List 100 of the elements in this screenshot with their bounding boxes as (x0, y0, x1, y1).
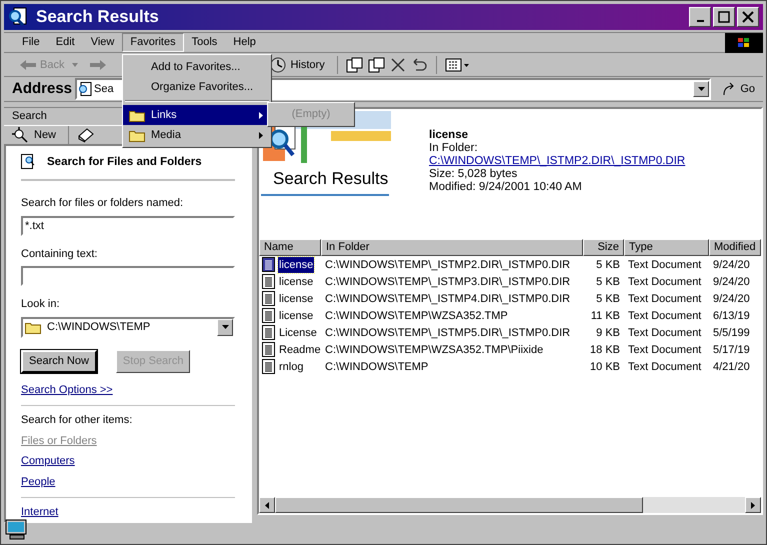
copy-to-icon[interactable] (368, 57, 386, 74)
column-header[interactable]: Type (624, 239, 709, 256)
column-header[interactable]: Size (583, 239, 624, 256)
address-label: Address (12, 79, 72, 100)
views-icon[interactable] (444, 58, 469, 72)
internet-link[interactable]: Internet (21, 504, 58, 521)
table-cell: C:\WINDOWS\TEMP\WZSA352.TMP (325, 310, 508, 322)
table-cell: C:\WINDOWS\TEMP\_ISTMP3.DIR\_ISTMP0.DIR (325, 276, 570, 288)
dropdown-button[interactable] (217, 318, 233, 336)
move-to-icon[interactable] (346, 57, 364, 74)
pane-title: Search (12, 109, 47, 124)
close-button[interactable] (737, 7, 759, 28)
folder-icon (129, 108, 145, 122)
search-type-link[interactable]: Computers (21, 453, 75, 470)
minimize-icon (696, 20, 704, 22)
column-header[interactable]: Modified (709, 239, 761, 256)
document-icon (262, 257, 275, 272)
menu-item[interactable]: Organize Favorites... (123, 77, 271, 97)
menu-item[interactable]: Tools (184, 33, 226, 52)
file-name-cell[interactable]: Readme (278, 342, 322, 358)
table-cell: Text Document (628, 344, 702, 356)
scroll-right-button[interactable] (745, 497, 761, 514)
table-cell: Text Document (628, 292, 702, 305)
submenu-arrow-icon (259, 112, 263, 118)
document-icon (262, 325, 275, 340)
menu-item[interactable]: Add to Favorites... (123, 57, 271, 77)
caret-icon (698, 87, 705, 92)
close-icon (742, 11, 754, 24)
table-cell: 5/5/199 (713, 326, 750, 339)
file-name: license (429, 129, 469, 142)
go-button[interactable]: Go (714, 81, 763, 98)
back-arrow-icon (20, 60, 36, 70)
field-label: Search for files or folders named: (21, 196, 184, 212)
table-cell: 4/21/20 (713, 360, 750, 373)
table-cell: C:\WINDOWS\TEMP\_ISTMP5.DIR\_ISTMP0.DIR (325, 326, 570, 339)
dropdown-arrow-icon (72, 63, 78, 68)
file-name-cell[interactable]: License (278, 324, 318, 342)
containing-text-field[interactable] (21, 266, 235, 286)
menu-item[interactable]: File (14, 33, 48, 52)
dropdown-button[interactable] (693, 81, 710, 98)
table-cell: 6/13/19 (713, 310, 750, 322)
panel-heading: Search for Files and Folders (47, 154, 202, 170)
search-document-icon (21, 154, 35, 170)
file-name-cell[interactable]: license (278, 290, 314, 308)
table-cell: C:\WINDOWS\TEMP\WZSA352.TMP\Piixide (325, 344, 544, 356)
search-type-link[interactable]: People (21, 474, 56, 490)
minimize-button[interactable] (689, 7, 711, 28)
folder-path-link[interactable]: C:\WINDOWS\TEMP\_ISTMP2.DIR\_ISTMP0.DIR (429, 155, 686, 168)
look-in-dropdown[interactable]: C:\WINDOWS\TEMP (21, 316, 235, 338)
menu-item[interactable]: Media (123, 125, 271, 145)
table-cell: C:\WINDOWS\TEMP\_ISTMP4.DIR\_ISTMP0.DIR (325, 292, 570, 305)
table-cell: Text Document (628, 258, 702, 271)
menu-item[interactable]: View (82, 33, 122, 52)
table-cell: 5 KB (596, 258, 620, 271)
document-icon (262, 291, 275, 306)
menu-item[interactable]: Favorites (122, 33, 184, 52)
scroll-left-button[interactable] (259, 497, 275, 514)
table-cell: Text Document (628, 276, 702, 288)
table-cell: Text Document (628, 310, 702, 322)
table-cell: 10 KB (590, 360, 620, 373)
left-arrow-icon (265, 502, 269, 509)
in-folder-label: In Folder: (429, 142, 479, 156)
file-name-cell[interactable]: license (278, 274, 314, 290)
delete-icon[interactable] (390, 57, 406, 74)
column-header[interactable]: Name (259, 239, 321, 256)
document-icon (262, 342, 275, 358)
search-now-button[interactable]: Search Now (21, 350, 97, 373)
submenu-arrow-icon (259, 132, 263, 138)
table-cell: C:\WINDOWS\TEMP (325, 360, 428, 373)
windows-logo-icon (725, 32, 763, 53)
file-name-cell[interactable]: license (278, 308, 314, 324)
search-options-link[interactable]: Search Options >> (21, 382, 113, 398)
maximize-button[interactable] (713, 7, 735, 28)
table-cell: 9/24/20 (713, 276, 750, 288)
curved-arrow-icon (722, 82, 736, 96)
window-title: Search Results (36, 6, 160, 28)
maximize-icon (718, 11, 730, 24)
folder-icon (25, 320, 41, 334)
file-name-cell[interactable]: rnlog (278, 358, 304, 376)
menu-item[interactable]: Help (225, 33, 264, 52)
new-search-button[interactable]: New (8, 126, 60, 144)
table-cell: C:\WINDOWS\TEMP\_ISTMP2.DIR\_ISTMP0.DIR (325, 258, 570, 271)
document-icon (262, 308, 275, 324)
file-name-cell[interactable]: license (278, 256, 314, 274)
modified-date: Modified: 9/24/2001 10:40 AM (429, 181, 583, 194)
table-cell: 5/17/19 (713, 344, 750, 356)
table-cell: 9/24/20 (713, 292, 750, 305)
right-arrow-icon (751, 502, 755, 509)
filename-field[interactable]: *.txt (21, 216, 235, 236)
menu-item[interactable]: Edit (48, 33, 83, 52)
table-cell: 11 KB (590, 310, 620, 322)
book-icon[interactable] (77, 126, 96, 143)
search-icon (8, 7, 28, 28)
table-cell: 5 KB (596, 292, 620, 305)
field-label: Look in: (21, 297, 61, 312)
column-header[interactable]: In Folder (321, 239, 583, 256)
horizontal-scrollbar[interactable] (259, 497, 761, 514)
document-icon (262, 359, 275, 374)
table-cell: Text Document (628, 326, 702, 339)
results-title: Search Results (272, 168, 390, 190)
